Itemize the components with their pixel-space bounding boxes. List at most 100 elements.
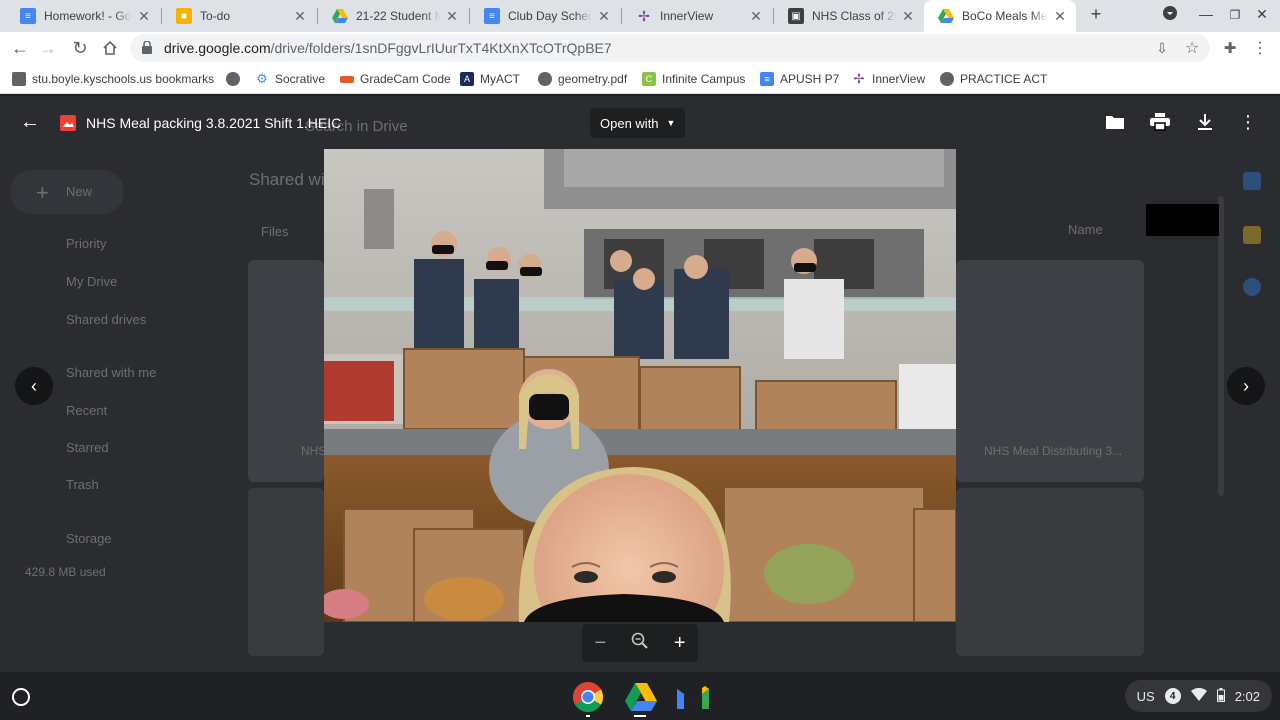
next-file-button[interactable]: › xyxy=(1227,367,1265,405)
file-thumbnail xyxy=(956,488,1144,656)
zoom-in-button[interactable]: + xyxy=(674,632,686,655)
tab-club-day[interactable]: ≡ Club Day Schedul ✕ xyxy=(470,0,620,32)
clock-time: 2:02 xyxy=(1234,688,1260,704)
back-button[interactable]: ← xyxy=(8,36,32,60)
extensions-icon[interactable]: ✚ xyxy=(1218,36,1242,60)
system-tray[interactable]: US 4 2:02 xyxy=(1124,680,1272,712)
new-tab-button[interactable]: + xyxy=(1086,4,1106,25)
add-to-drive-icon[interactable] xyxy=(1103,110,1127,134)
close-window-button[interactable]: ✕ xyxy=(1252,6,1272,23)
bookmark-apush[interactable]: ≡ APUSH P7 xyxy=(760,71,839,87)
docs-icon: ≡ xyxy=(760,72,774,86)
image-file-icon xyxy=(60,115,76,131)
campus-icon: C xyxy=(642,72,656,86)
photo-icon: ▣ xyxy=(788,8,804,24)
open-with-button[interactable]: Open with ▼ xyxy=(590,108,686,138)
toolbar-highlight xyxy=(1146,204,1219,236)
tab-search-icon[interactable] xyxy=(1160,5,1180,24)
bookmark-star-icon[interactable]: ☆ xyxy=(1180,36,1204,60)
install-app-icon[interactable]: ⇩ xyxy=(1150,36,1174,60)
tab-student-ma[interactable]: 21-22 Student Ma ✕ xyxy=(318,0,468,32)
print-icon[interactable] xyxy=(1148,110,1172,134)
bookmark-innerview[interactable]: ✢ InnerView xyxy=(852,71,926,87)
bookmark-label: Socrative xyxy=(275,72,326,86)
menu-icon[interactable]: ⋮ xyxy=(1248,36,1272,60)
bookmark-socrative[interactable]: ⚙ Socrative xyxy=(255,71,325,87)
bookmark-label: InnerView xyxy=(872,72,926,86)
keep-icon xyxy=(1243,226,1261,244)
innerview-icon: ✢ xyxy=(853,71,865,86)
globe-icon xyxy=(940,72,954,86)
zoom-reset-icon[interactable] xyxy=(631,632,649,655)
zoom-controls: − + xyxy=(582,624,698,662)
bookmark-globe[interactable] xyxy=(226,71,246,87)
gmail-app-icon[interactable] xyxy=(677,685,709,714)
download-icon[interactable] xyxy=(1193,110,1217,134)
input-method-label: US xyxy=(1136,688,1155,704)
tab-homework[interactable]: ≡ Homework! - Goog ✕ xyxy=(6,0,160,32)
tab-label: NHS Class of 202 xyxy=(812,9,896,23)
close-icon[interactable]: ✕ xyxy=(444,8,460,25)
photo-preview xyxy=(324,149,956,622)
launcher-icon[interactable] xyxy=(12,688,30,706)
chrome-app-icon[interactable] xyxy=(572,681,604,718)
tab-nhs-class[interactable]: ▣ NHS Class of 202 ✕ xyxy=(774,0,924,32)
nav-shared-with-me: Shared with me xyxy=(66,365,157,380)
globe-icon xyxy=(226,72,240,86)
bookmark-geometry[interactable]: geometry.pdf xyxy=(538,71,627,87)
classroom-icon: ■ xyxy=(176,8,192,24)
previous-file-button[interactable]: ‹ xyxy=(15,367,53,405)
bookmark-practice-act[interactable]: PRACTICE ACT xyxy=(940,71,1047,87)
back-arrow-icon[interactable]: ← xyxy=(18,110,42,134)
nav-recent: Recent xyxy=(66,403,108,418)
nav-shared-drives: Shared drives xyxy=(66,312,147,327)
open-with-label: Open with xyxy=(600,115,659,131)
close-icon[interactable]: ✕ xyxy=(136,8,152,25)
tab-label: InnerView xyxy=(660,9,714,23)
close-icon[interactable]: ✕ xyxy=(1052,8,1068,25)
wifi-icon xyxy=(1190,687,1207,704)
close-icon[interactable]: ✕ xyxy=(748,8,764,25)
tab-label: Homework! - Goog xyxy=(44,9,132,23)
zoom-out-button[interactable]: − xyxy=(594,632,606,655)
file-thumbnail xyxy=(248,488,324,656)
forward-button[interactable]: → xyxy=(36,36,60,60)
restore-button[interactable]: ❐ xyxy=(1225,8,1245,22)
gradecam-icon xyxy=(340,75,354,83)
browser-toolbar: ← → ↻ drive.google.com/drive/folders/1sn… xyxy=(0,32,1280,64)
tab-innerview[interactable]: ✢ InnerView ✕ xyxy=(622,0,772,32)
drive-icon xyxy=(332,8,348,24)
files-label: Files xyxy=(261,224,289,239)
nav-trash: Trash xyxy=(66,477,99,492)
drive-app-icon[interactable] xyxy=(625,683,657,716)
app-active-indicator xyxy=(634,715,646,717)
tab-boco-meals[interactable]: BoCo Meals Meal ✕ xyxy=(924,0,1076,32)
address-bar[interactable]: drive.google.com/drive/folders/1snDFggvL… xyxy=(130,34,1210,62)
minimize-button[interactable]: — xyxy=(1196,6,1216,22)
bookmark-gradecam[interactable]: GradeCam Code xyxy=(340,71,451,87)
close-icon[interactable]: ✕ xyxy=(596,8,612,25)
bookmark-myact[interactable]: A MyACT xyxy=(460,71,520,87)
drive-icon xyxy=(938,8,954,24)
file-name-1: NHS xyxy=(301,444,327,458)
bookmark-folder[interactable]: stu.boyle.kyschools.us bookmarks xyxy=(12,71,214,87)
storage-used: 429.8 MB used xyxy=(25,565,106,579)
tab-label: BoCo Meals Meal xyxy=(962,9,1048,23)
reload-button[interactable]: ↻ xyxy=(68,36,92,60)
close-icon[interactable]: ✕ xyxy=(900,8,916,25)
bookmark-infinite-campus[interactable]: C Infinite Campus xyxy=(642,71,745,87)
nav-starred: Starred xyxy=(66,440,109,455)
tab-todo[interactable]: ■ To-do ✕ xyxy=(162,0,316,32)
close-icon[interactable]: ✕ xyxy=(292,8,308,25)
bookmark-label: APUSH P7 xyxy=(780,72,840,86)
bookmark-label: GradeCam Code xyxy=(360,72,451,86)
docs-icon: ≡ xyxy=(484,8,500,24)
act-icon: A xyxy=(460,72,474,86)
more-options-icon[interactable]: ⋮ xyxy=(1236,110,1260,134)
notification-count-badge: 4 xyxy=(1164,688,1181,704)
tasks-icon xyxy=(1243,278,1261,296)
bookmark-label: geometry.pdf xyxy=(558,72,628,86)
bookmark-label: Infinite Campus xyxy=(662,72,746,86)
file-name-2: NHS Meal Distributing 3... xyxy=(984,444,1123,458)
home-icon[interactable] xyxy=(98,36,122,60)
